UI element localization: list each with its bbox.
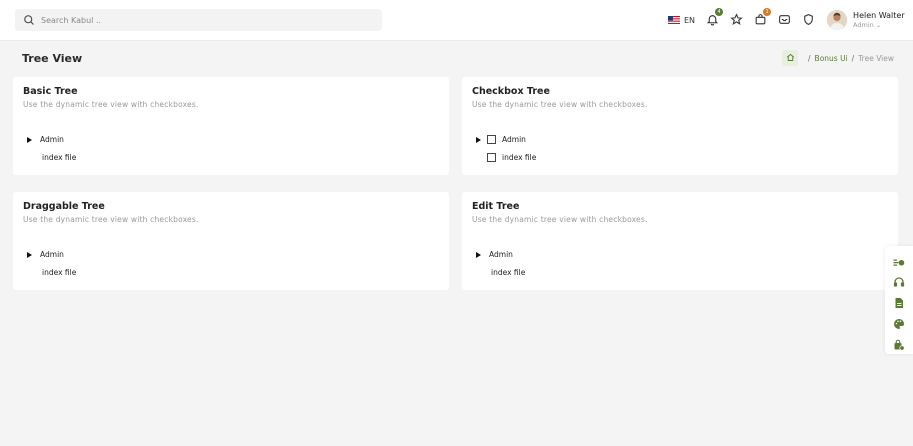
bag-icon[interactable]	[893, 336, 905, 351]
basic-tree-card: Basic Tree Use the dynamic tree view wit…	[13, 77, 449, 175]
us-flag-icon	[668, 16, 680, 24]
tree-node-root[interactable]: Admin	[27, 135, 64, 144]
star-icon	[729, 11, 743, 30]
tree-node-label: Admin	[40, 135, 64, 144]
notifications-badge: 4	[715, 8, 724, 16]
card-title: Basic Tree	[23, 86, 78, 97]
card-title: Edit Tree	[472, 201, 520, 212]
tree-node-label: index file	[42, 153, 77, 162]
document-icon[interactable]	[893, 294, 905, 308]
toggle-icon[interactable]	[893, 254, 905, 266]
message-icon	[778, 11, 791, 30]
breadcrumb-home[interactable]	[782, 50, 799, 66]
edit-tree-card: Edit Tree Use the dynamic tree view with…	[462, 192, 898, 290]
tree-node-root[interactable]: Admin	[476, 135, 526, 144]
tree-node-child[interactable]: index file	[42, 268, 76, 277]
card-subtitle: Use the dynamic tree view with checkboxe…	[472, 100, 648, 109]
user-role: Admin ⌄	[853, 20, 882, 29]
theme-toggle-button[interactable]	[801, 13, 815, 27]
search-box[interactable]	[15, 9, 382, 31]
breadcrumb: / Bonus Ui / Tree View	[782, 50, 894, 66]
caret-right-icon[interactable]	[27, 136, 32, 143]
card-title: Checkbox Tree	[472, 86, 550, 97]
tree-node-label: Admin	[502, 135, 526, 144]
tree-node-label: Admin	[40, 250, 64, 259]
home-icon	[786, 53, 795, 64]
header-actions: EN 4 1 Helen Walter Admin ⌄	[668, 8, 905, 32]
tree-node-label: index file	[502, 153, 537, 162]
messages-button[interactable]	[777, 13, 791, 27]
breadcrumb-separator: /	[808, 53, 811, 63]
language-label: EN	[684, 15, 696, 25]
tree-node-label: Admin	[489, 250, 513, 259]
tree-node-label: index file	[491, 268, 526, 277]
caret-right-icon[interactable]	[476, 251, 481, 258]
draggable-tree-card: Draggable Tree Use the dynamic tree view…	[13, 192, 449, 290]
breadcrumb-current: Tree View	[858, 53, 894, 63]
tree-node-label: index file	[42, 268, 77, 277]
palette-icon[interactable]	[893, 315, 905, 329]
caret-right-icon[interactable]	[27, 251, 32, 258]
breadcrumb-separator: /	[851, 53, 855, 63]
card-title: Draggable Tree	[23, 201, 105, 212]
page-title: Tree View	[22, 52, 83, 65]
caret-right-icon[interactable]	[476, 136, 481, 143]
floating-sidebar	[885, 246, 913, 354]
tree-node-checkbox[interactable]	[487, 153, 496, 162]
user-name: Helen Walter	[853, 10, 905, 20]
breadcrumb-section[interactable]: Bonus Ui	[815, 54, 848, 63]
bookmark-button[interactable]	[729, 11, 743, 30]
tree-node-child[interactable]: index file	[491, 268, 525, 277]
card-subtitle: Use the dynamic tree view with checkboxe…	[23, 100, 199, 109]
card-subtitle: Use the dynamic tree view with checkboxe…	[23, 215, 199, 224]
tree-node-root[interactable]: Admin	[27, 250, 64, 259]
notifications-button[interactable]: 4	[705, 8, 724, 27]
search-icon	[23, 11, 35, 30]
tree-node-child[interactable]: index file	[487, 153, 536, 162]
shield-icon	[802, 11, 815, 30]
search-input[interactable]	[41, 15, 361, 25]
card-subtitle: Use the dynamic tree view with checkboxe…	[472, 215, 648, 224]
avatar[interactable]	[827, 10, 848, 30]
top-bar: EN 4 1	[0, 0, 913, 41]
user-menu[interactable]: Helen Walter Admin ⌄	[853, 10, 905, 29]
tree-node-root[interactable]: Admin	[476, 250, 513, 259]
checkbox-tree-card: Checkbox Tree Use the dynamic tree view …	[462, 77, 898, 175]
tree-node-child[interactable]: index file	[42, 153, 76, 162]
language-selector[interactable]: EN	[668, 16, 695, 25]
cart-button[interactable]: 1	[753, 8, 772, 27]
cart-badge: 1	[763, 8, 772, 16]
headset-icon[interactable]	[893, 273, 905, 287]
tree-node-checkbox[interactable]	[487, 135, 496, 144]
